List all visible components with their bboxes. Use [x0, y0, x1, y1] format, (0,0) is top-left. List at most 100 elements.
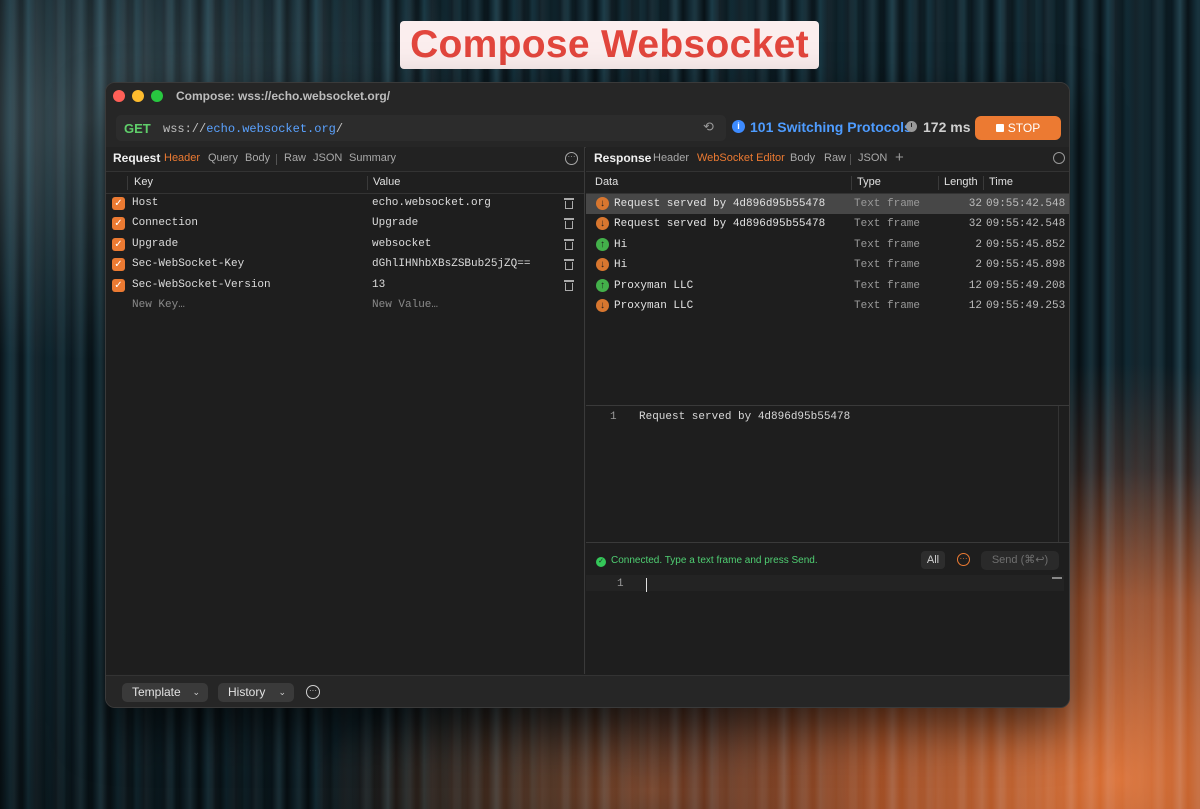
tab-response-raw[interactable]: Raw	[824, 152, 846, 164]
tab-websocket-editor[interactable]: WebSocket Editor	[697, 152, 785, 164]
header-key[interactable]: Sec-WebSocket-Version	[132, 279, 271, 291]
tab-request-summary[interactable]: Summary	[349, 152, 396, 164]
request-column-header: Key Value	[106, 172, 584, 194]
url-text[interactable]: wss://echo.websocket.org/	[163, 122, 343, 136]
stop-label: STOP	[1007, 121, 1041, 135]
tab-response-json[interactable]: JSON	[858, 152, 887, 164]
minimize-window-button[interactable]	[132, 90, 144, 102]
more-options-icon[interactable]: ···	[306, 685, 320, 699]
header-row[interactable]: ✓ Sec-WebSocket-Version 13	[106, 276, 584, 296]
preview-scrollbar[interactable]	[1058, 406, 1059, 543]
tab-request-raw[interactable]: Raw	[284, 152, 306, 164]
frame-time: 09:55:42.548	[986, 198, 1066, 210]
frame-row[interactable]: ↑ Hi Text frame 2 09:55:45.852	[586, 235, 1069, 255]
header-value[interactable]: echo.websocket.org	[372, 197, 491, 209]
column-separator	[983, 176, 984, 190]
composer-options-icon[interactable]: ···	[957, 553, 970, 566]
frame-type: Text frame	[854, 198, 921, 210]
frame-row[interactable]: ↑ Proxyman LLC Text frame 12 09:55:49.20…	[586, 276, 1069, 296]
frame-row[interactable]: ↓ Hi Text frame 2 09:55:45.898	[586, 255, 1069, 275]
composer-scrollbar[interactable]	[1052, 577, 1062, 579]
header-row[interactable]: ✓ Host echo.websocket.org	[106, 194, 584, 214]
zoom-window-button[interactable]	[151, 90, 163, 102]
history-dropdown[interactable]: History ⌄	[218, 683, 294, 702]
compose-window: Compose: wss://echo.websocket.org/ GET w…	[105, 82, 1070, 708]
header-enabled-checkbox[interactable]: ✓	[112, 279, 125, 292]
column-value[interactable]: Value	[373, 176, 400, 188]
trash-icon[interactable]	[564, 279, 574, 291]
frame-length: 32	[968, 198, 982, 210]
incoming-arrow-icon: ↓	[596, 299, 609, 312]
more-options-icon[interactable]: ···	[565, 152, 578, 165]
header-enabled-checkbox[interactable]: ✓	[112, 258, 125, 271]
new-key-input[interactable]: New Key…	[132, 299, 185, 311]
tab-response-body[interactable]: Body	[790, 152, 815, 164]
tab-request-body[interactable]: Body	[245, 152, 270, 164]
frame-preview[interactable]: 1 Request served by 4d896d95b55478	[586, 405, 1069, 543]
frame-row[interactable]: ↓ Request served by 4d896d95b55478 Text …	[586, 194, 1069, 214]
message-input[interactable]	[586, 575, 1064, 591]
trash-icon[interactable]	[564, 217, 574, 229]
connected-icon: ✓	[596, 557, 606, 567]
header-value[interactable]: dGhlIHNhbXBsZSBub25jZQ==	[372, 258, 530, 270]
column-data[interactable]: Data	[595, 176, 618, 188]
column-key[interactable]: Key	[134, 176, 153, 188]
column-length[interactable]: Length	[944, 176, 978, 188]
duration-text: 172 ms	[923, 119, 971, 135]
header-key[interactable]: Upgrade	[132, 238, 178, 250]
reconnect-icon[interactable]: ⟲	[703, 119, 717, 134]
trash-icon[interactable]	[564, 197, 574, 209]
header-row[interactable]: ✓ Connection Upgrade	[106, 214, 584, 234]
template-dropdown[interactable]: Template ⌄	[122, 683, 208, 702]
header-row[interactable]: ✓ Sec-WebSocket-Key dGhlIHNhbXBsZSBub25j…	[106, 255, 584, 275]
header-enabled-checkbox[interactable]: ✓	[112, 197, 125, 210]
message-composer: ✓ Connected. Type a text frame and press…	[586, 542, 1069, 675]
tab-response-header[interactable]: Header	[653, 152, 689, 164]
header-value[interactable]: websocket	[372, 238, 431, 250]
chevron-down-icon: ⌄	[192, 687, 200, 697]
request-pane: Request Header Query Body Raw JSON Summa…	[106, 147, 585, 674]
http-method[interactable]: GET	[124, 121, 151, 136]
header-enabled-checkbox[interactable]: ✓	[112, 217, 125, 230]
frame-row[interactable]: ↓ Request served by 4d896d95b55478 Text …	[586, 214, 1069, 234]
trash-icon[interactable]	[564, 238, 574, 250]
stop-button[interactable]: STOP	[975, 116, 1061, 140]
frame-type: Text frame	[854, 280, 921, 292]
header-key[interactable]: Connection	[132, 217, 198, 229]
header-value[interactable]: 13	[372, 279, 385, 291]
title-bar: Compose: wss://echo.websocket.org/	[106, 83, 1069, 109]
close-window-button[interactable]	[113, 90, 125, 102]
header-enabled-checkbox[interactable]: ✓	[112, 238, 125, 251]
tab-request-header[interactable]: Header	[164, 152, 200, 164]
all-button[interactable]: All	[921, 551, 945, 569]
add-tab-icon[interactable]: +	[895, 149, 904, 166]
url-path: /	[335, 122, 344, 136]
frame-time: 09:55:45.898	[986, 259, 1066, 271]
new-header-row[interactable]: New Key… New Value…	[106, 296, 584, 316]
tab-request-json[interactable]: JSON	[313, 152, 342, 164]
preview-text[interactable]: Request served by 4d896d95b55478	[639, 411, 850, 423]
frame-data: Hi	[614, 239, 628, 251]
header-key[interactable]: Host	[132, 197, 158, 209]
response-tabs: Response Header WebSocket Editor Body Ra…	[586, 147, 1069, 172]
url-field[interactable]: GET wss://echo.websocket.org/	[116, 115, 726, 141]
frame-row[interactable]: ↓ Proxyman LLC Text frame 12 09:55:49.25…	[586, 296, 1069, 316]
url-scheme: wss://	[163, 122, 207, 136]
banner-title: Compose Websocket	[400, 21, 819, 69]
header-key[interactable]: Sec-WebSocket-Key	[132, 258, 244, 270]
send-button[interactable]: Send (⌘↩)	[981, 551, 1059, 570]
trash-icon[interactable]	[564, 258, 574, 270]
column-separator	[851, 176, 852, 190]
url-host: echo.websocket.org	[206, 122, 336, 136]
header-value[interactable]: Upgrade	[372, 217, 418, 229]
status-code: 101 Switching Protocols	[750, 119, 912, 135]
frame-type: Text frame	[854, 218, 921, 230]
tab-request-query[interactable]: Query	[208, 152, 238, 164]
column-type[interactable]: Type	[857, 176, 881, 188]
new-value-input[interactable]: New Value…	[372, 299, 438, 311]
frame-length: 32	[968, 218, 982, 230]
header-row[interactable]: ✓ Upgrade websocket	[106, 235, 584, 255]
frame-time: 09:55:49.208	[986, 280, 1066, 292]
filter-icon[interactable]	[1053, 152, 1065, 164]
column-time[interactable]: Time	[989, 176, 1013, 188]
